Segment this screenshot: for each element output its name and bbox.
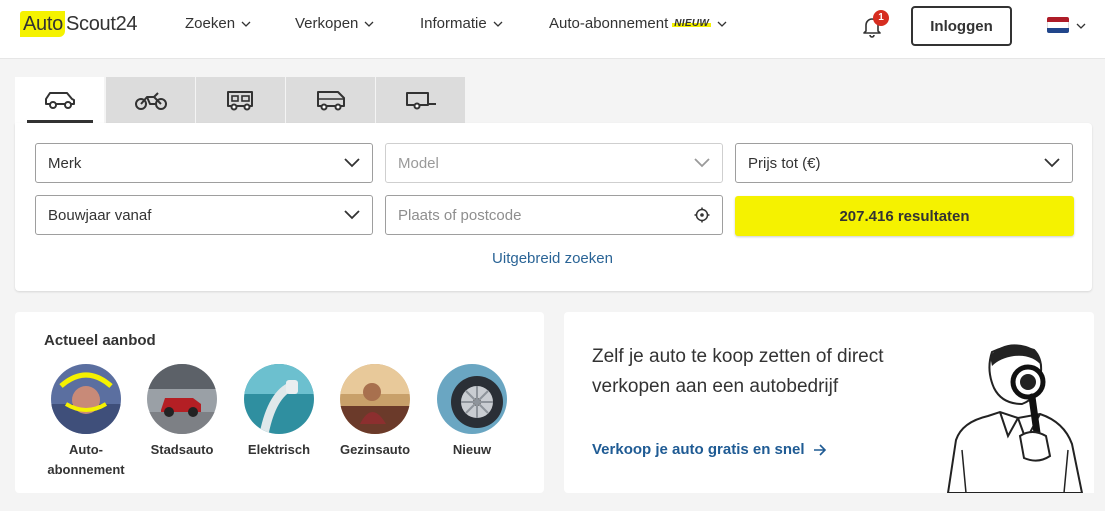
van-icon (316, 91, 345, 111)
make-select-label: Merk (48, 154, 82, 172)
tab-van[interactable] (286, 77, 375, 123)
camper-icon (226, 91, 253, 111)
chevron-down-icon (694, 158, 710, 168)
category-label: Nieuw (452, 442, 492, 457)
nav-informatie[interactable]: Informatie (420, 15, 503, 32)
chevron-down-icon (344, 210, 360, 220)
advanced-search-link: Uitgebreid zoeken (0, 250, 1105, 267)
location-input[interactable]: Plaats of postcode (385, 195, 723, 235)
login-button[interactable]: Inloggen (911, 6, 1012, 46)
gezinsauto-image (340, 364, 410, 434)
notification-count-badge: 1 (873, 10, 889, 26)
chevron-down-icon (493, 21, 503, 27)
category-label: Gezinsauto (339, 442, 411, 457)
nav-auto-abonnement[interactable]: Auto-abonnement NIEUW (549, 15, 727, 32)
category-auto-abonnement[interactable]: Auto- abonnement (41, 364, 131, 480)
category-gezinsauto[interactable]: Gezinsauto (330, 364, 420, 460)
motorbike-icon (134, 92, 167, 110)
chevron-down-icon (241, 21, 251, 27)
tab-camper[interactable] (196, 77, 285, 123)
category-stadsauto[interactable]: Stadsauto (137, 364, 227, 460)
current-offers-title: Actueel aanbod (44, 332, 156, 349)
logo-scout-text: Scout24 (65, 12, 138, 35)
year-select[interactable]: Bouwjaar vanaf (35, 195, 373, 235)
nieuw-image (437, 364, 507, 434)
man-with-magnifier-illustration (942, 340, 1094, 493)
top-header: Auto Scout24 Zoeken Verkopen Informatie A… (0, 0, 1105, 59)
auto-abonnement-image (51, 364, 121, 434)
chevron-down-icon (1044, 158, 1060, 168)
category-nieuw[interactable]: Nieuw (427, 364, 517, 460)
price-select[interactable]: Prijs tot (€) (735, 143, 1073, 183)
language-chevron-down-icon[interactable] (1076, 21, 1086, 31)
category-label: Elektrisch (247, 442, 311, 457)
nav-zoeken[interactable]: Zoeken (185, 15, 251, 32)
chevron-down-icon (344, 158, 360, 168)
nav-zoeken-label: Zoeken (185, 15, 236, 32)
category-label-line2: abonnement (47, 462, 125, 477)
car-icon (44, 92, 75, 109)
chevron-down-icon (364, 21, 374, 27)
logo-auto-text: Auto (20, 11, 65, 37)
nav-informatie-label: Informatie (420, 15, 487, 32)
tab-motorbike[interactable] (106, 77, 195, 123)
advanced-search-link-text[interactable]: Uitgebreid zoeken (492, 250, 613, 267)
model-select-label: Model (398, 154, 439, 172)
chevron-down-icon (717, 21, 727, 27)
arrow-right-icon (813, 443, 826, 456)
category-label-line1: Auto- (69, 442, 103, 457)
autoscout24-logo[interactable]: Auto Scout24 (20, 10, 138, 38)
show-results-button[interactable]: 207.416 resultaten (735, 196, 1074, 236)
model-select[interactable]: Model (385, 143, 723, 183)
nav-verkopen-label: Verkopen (295, 15, 359, 32)
locate-crosshair-icon[interactable] (694, 207, 710, 223)
stadsauto-image (147, 364, 217, 434)
tab-car[interactable] (15, 77, 104, 123)
location-placeholder: Plaats of postcode (398, 206, 522, 224)
nav-auto-abonnement-label: Auto-abonnement (549, 15, 669, 32)
year-select-label: Bouwjaar vanaf (48, 206, 152, 224)
nieuw-badge: NIEUW (672, 18, 712, 29)
tab-trailer[interactable] (376, 77, 465, 123)
nav-verkopen[interactable]: Verkopen (295, 15, 374, 32)
sell-car-link[interactable]: Verkoop je auto gratis en snel (592, 441, 827, 458)
category-label: Stadsauto (150, 442, 214, 457)
netherlands-flag-icon[interactable] (1047, 17, 1069, 33)
elektrisch-image (244, 364, 314, 434)
make-select[interactable]: Merk (35, 143, 373, 183)
trailer-icon (405, 92, 436, 110)
sell-heading: Zelf je auto te koop zetten of direct ve… (592, 346, 884, 397)
sell-car-link-text: Verkoop je auto gratis en snel (592, 441, 805, 458)
price-select-label: Prijs tot (€) (748, 154, 821, 172)
category-elektrisch[interactable]: Elektrisch (234, 364, 324, 460)
